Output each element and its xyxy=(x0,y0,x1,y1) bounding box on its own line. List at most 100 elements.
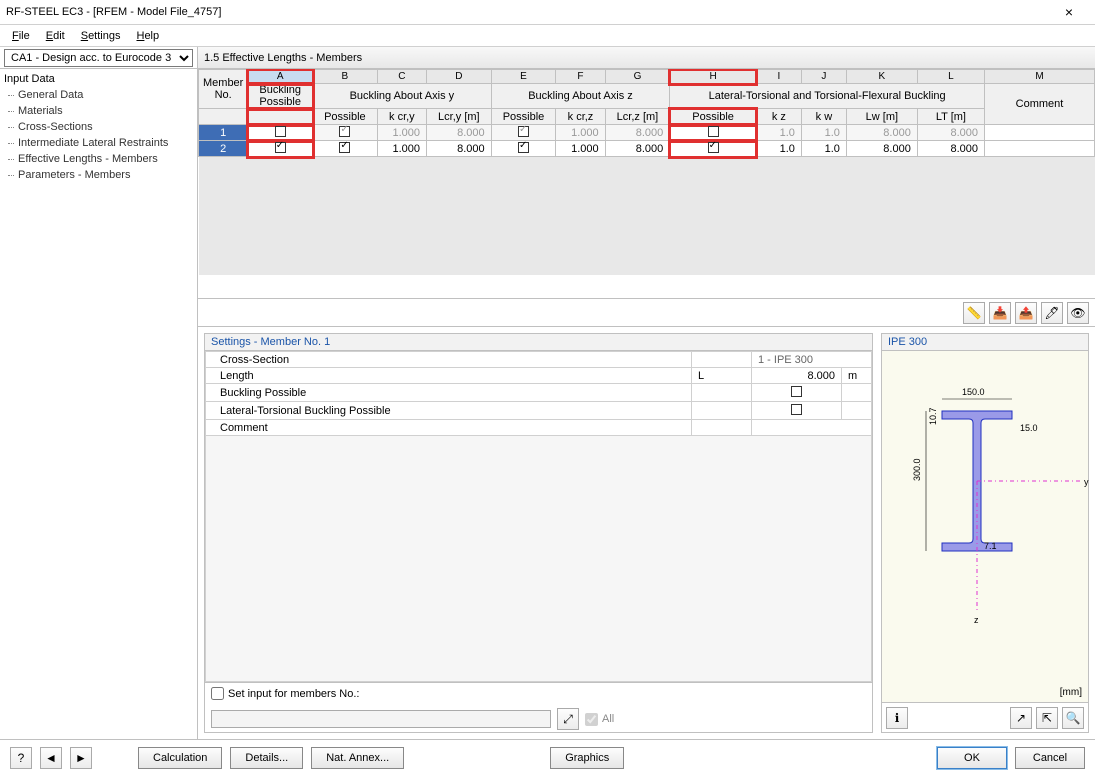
close-icon[interactable]: × xyxy=(1049,0,1089,25)
sub-lt: LT [m] xyxy=(917,109,984,125)
col-E[interactable]: E xyxy=(491,70,556,84)
all-checkbox[interactable]: All xyxy=(585,713,614,726)
prev-icon[interactable]: ◄ xyxy=(40,747,62,769)
case-selector[interactable]: CA1 - Design acc. to Eurocode 3 xyxy=(4,49,193,67)
checkbox[interactable] xyxy=(275,126,286,137)
col-member-no: MemberNo. xyxy=(199,70,248,109)
lengths-icon[interactable]: 📏 xyxy=(963,302,985,324)
svg-text:300.0: 300.0 xyxy=(912,458,922,481)
menu-file[interactable]: File xyxy=(4,27,38,45)
checkbox[interactable] xyxy=(339,142,350,153)
table-row[interactable]: 2 1.000 8.000 1.000 8.000 1.0 1.0 8.000 … xyxy=(199,141,1095,157)
axes-icon[interactable]: ↗ xyxy=(1010,707,1032,729)
tree-parameters-members[interactable]: Parameters - Members xyxy=(4,167,193,183)
details-button[interactable]: Details... xyxy=(230,747,303,769)
sidebar: CA1 - Design acc. to Eurocode 3 Input Da… xyxy=(0,47,198,739)
window-title: RF-STEEL EC3 - [RFEM - Model File_4757] xyxy=(6,6,1049,18)
col-I[interactable]: I xyxy=(756,70,801,84)
sub-possible-z: Possible xyxy=(491,109,556,125)
checkbox[interactable] xyxy=(518,142,529,153)
checkbox[interactable] xyxy=(708,126,719,137)
col-L[interactable]: L xyxy=(917,70,984,84)
header-buckling-possible: BucklingPossible xyxy=(248,84,313,109)
checkbox[interactable] xyxy=(791,386,802,397)
checkbox[interactable] xyxy=(275,142,286,153)
svg-text:150.0: 150.0 xyxy=(962,387,985,397)
tree-general-data[interactable]: General Data xyxy=(4,87,193,103)
preview-panel: IPE 300 y z 150.0 xyxy=(881,333,1089,733)
col-A[interactable]: A xyxy=(248,70,313,84)
titlebar: RF-STEEL EC3 - [RFEM - Model File_4757] … xyxy=(0,0,1095,25)
section-preview[interactable]: y z 150.0 300.0 10.7 15.0 7.1 [mm] xyxy=(882,351,1088,702)
nat-annex-button[interactable]: Nat. Annex... xyxy=(311,747,404,769)
filter-icon[interactable]: 🖊 xyxy=(1041,302,1063,324)
tree-intermediate-restraints[interactable]: Intermediate Lateral Restraints xyxy=(4,135,193,151)
excel-import-icon[interactable]: 📥 xyxy=(989,302,1011,324)
header-comment: Comment xyxy=(985,84,1095,125)
checkbox[interactable] xyxy=(708,142,719,153)
sub-kw: k w xyxy=(801,109,846,125)
cross-section-icon: y z 150.0 300.0 10.7 15.0 7.1 xyxy=(882,351,1090,641)
checkbox[interactable] xyxy=(339,126,350,137)
values-icon[interactable]: 🔍 xyxy=(1062,707,1084,729)
tree-materials[interactable]: Materials xyxy=(4,103,193,119)
svg-text:7.1: 7.1 xyxy=(984,541,997,551)
ok-button[interactable]: OK xyxy=(937,747,1007,769)
checkbox[interactable] xyxy=(518,126,529,137)
col-H[interactable]: H xyxy=(670,70,757,84)
header-axis-z: Buckling About Axis z xyxy=(491,84,670,109)
graphics-button[interactable]: Graphics xyxy=(550,747,624,769)
sub-lcry: Lcr,y [m] xyxy=(427,109,492,125)
calculation-button[interactable]: Calculation xyxy=(138,747,222,769)
col-F[interactable]: F xyxy=(556,70,605,84)
settings-table[interactable]: Cross-Section1 - IPE 300 LengthL8.000m B… xyxy=(205,351,872,682)
cancel-button[interactable]: Cancel xyxy=(1015,747,1085,769)
col-K[interactable]: K xyxy=(846,70,917,84)
header-axis-y: Buckling About Axis y xyxy=(313,84,492,109)
dimensions-icon[interactable]: ⇱ xyxy=(1036,707,1058,729)
checkbox[interactable] xyxy=(791,404,802,415)
unit-label: [mm] xyxy=(1060,687,1082,698)
menubar: File Edit Settings Help xyxy=(0,25,1095,47)
sub-kcrz: k cr,z xyxy=(556,109,605,125)
svg-text:15.0: 15.0 xyxy=(1020,423,1038,433)
col-G[interactable]: G xyxy=(605,70,670,84)
next-icon[interactable]: ► xyxy=(70,747,92,769)
col-B[interactable]: B xyxy=(313,70,378,84)
navigation-tree: Input Data General Data Materials Cross-… xyxy=(0,69,197,185)
sub-lw: Lw [m] xyxy=(846,109,917,125)
sub-possible-y: Possible xyxy=(313,109,378,125)
tree-cross-sections[interactable]: Cross-Sections xyxy=(4,119,193,135)
pick-icon[interactable]: ⤢ xyxy=(557,708,579,730)
page-title: 1.5 Effective Lengths - Members xyxy=(198,47,1095,69)
col-M[interactable]: M xyxy=(985,70,1095,84)
sub-kz: k z xyxy=(756,109,801,125)
excel-export-icon[interactable]: 📤 xyxy=(1015,302,1037,324)
menu-edit[interactable]: Edit xyxy=(38,27,73,45)
menu-help[interactable]: Help xyxy=(128,27,167,45)
col-D[interactable]: D xyxy=(427,70,492,84)
info-icon[interactable]: ℹ xyxy=(886,707,908,729)
sub-kcry: k cr,y xyxy=(377,109,426,125)
tree-effective-lengths[interactable]: Effective Lengths - Members xyxy=(4,151,193,167)
svg-text:z: z xyxy=(974,615,979,625)
settings-panel: Settings - Member No. 1 Cross-Section1 -… xyxy=(204,333,873,733)
header-lt: Lateral-Torsional and Torsional-Flexural… xyxy=(670,84,985,109)
tree-root[interactable]: Input Data xyxy=(4,71,193,87)
footer: ? ◄ ► Calculation Details... Nat. Annex.… xyxy=(0,739,1095,775)
set-input-checkbox[interactable]: Set input for members No.: xyxy=(211,687,359,700)
col-J[interactable]: J xyxy=(801,70,846,84)
menu-settings[interactable]: Settings xyxy=(73,27,129,45)
svg-text:y: y xyxy=(1084,477,1089,487)
sub-lcrz: Lcr,z [m] xyxy=(605,109,670,125)
help-icon[interactable]: ? xyxy=(10,747,32,769)
svg-text:10.7: 10.7 xyxy=(928,407,938,425)
member-filter-input[interactable] xyxy=(211,710,551,728)
sub-possible-lt: Possible xyxy=(670,109,757,125)
preview-title: IPE 300 xyxy=(882,334,1088,351)
view-icon[interactable]: 👁 xyxy=(1067,302,1089,324)
grid-toolbar: 📏 📥 📤 🖊 👁 xyxy=(198,299,1095,327)
main-grid[interactable]: MemberNo. A B C D E F G H I J K L M Buck… xyxy=(198,69,1095,299)
col-C[interactable]: C xyxy=(377,70,426,84)
table-row[interactable]: 1 1.000 8.000 1.000 8.000 1.0 1.0 8.000 … xyxy=(199,125,1095,141)
